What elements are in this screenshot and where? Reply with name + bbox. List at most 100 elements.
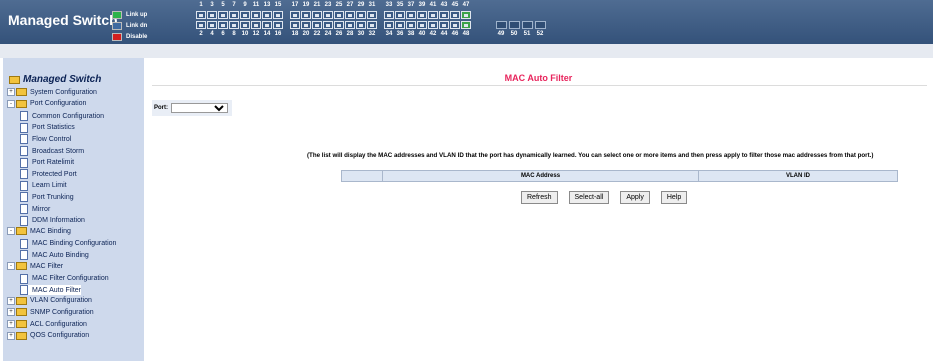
sidebar-item-ddm-information[interactable]: DDM Information — [20, 215, 85, 226]
help-button[interactable]: Help — [660, 191, 688, 204]
sidebar-item-acl-configuration[interactable]: + ACL Configuration — [7, 320, 87, 328]
collapse-icon[interactable]: - — [7, 99, 15, 108]
port-43-icon[interactable] — [439, 11, 449, 19]
page-icon — [20, 215, 28, 226]
sidebar-item-label: DDM Information — [32, 217, 85, 225]
port-10-icon[interactable] — [240, 21, 250, 29]
sidebar-item-mac-auto-binding[interactable]: MAC Auto Binding — [20, 250, 89, 261]
port-number-label: 41 — [429, 2, 437, 8]
port-5-icon[interactable] — [218, 11, 228, 19]
port-select[interactable] — [171, 103, 228, 113]
sidebar-item-port-ratelimit[interactable]: Port Ratelimit — [20, 157, 74, 168]
sidebar-item-label: Port Trunking — [32, 193, 74, 201]
port-17-icon[interactable] — [290, 11, 300, 19]
port-26-icon[interactable] — [334, 21, 344, 29]
port-31-icon[interactable] — [367, 11, 377, 19]
port-37-icon[interactable] — [406, 11, 416, 19]
port-25-icon[interactable] — [334, 11, 344, 19]
port-48-icon[interactable] — [461, 21, 471, 29]
sidebar-item-mac-filter[interactable]: - MAC Filter — [7, 262, 63, 270]
port-7-icon[interactable] — [229, 11, 239, 19]
port-32-icon[interactable] — [367, 21, 377, 29]
sidebar-item-port-configuration[interactable]: - Port Configuration — [7, 99, 86, 108]
sidebar-item-port-statistics[interactable]: Port Statistics — [20, 122, 75, 133]
expand-icon[interactable]: + — [7, 88, 15, 96]
sidebar-item-vlan-configuration[interactable]: + VLAN Configuration — [7, 296, 92, 305]
port-number-label: 40 — [418, 31, 426, 37]
port-12-icon[interactable] — [251, 21, 261, 29]
sidebar-item-common-configuration[interactable]: Common Configuration — [20, 111, 104, 122]
sidebar-item-mac-binding-configuration[interactable]: MAC Binding Configuration — [20, 238, 116, 249]
port-3-icon[interactable] — [207, 11, 217, 19]
port-35-icon[interactable] — [395, 11, 405, 19]
sidebar-item-mac-binding[interactable]: - MAC Binding — [7, 227, 71, 236]
sidebar-item-system-configuration[interactable]: + System Configuration — [7, 88, 97, 96]
sidebar-item-snmp-configuration[interactable]: + SNMP Configuration — [7, 308, 94, 317]
port-42-icon[interactable] — [428, 21, 438, 29]
port-22-icon[interactable] — [312, 21, 322, 29]
port-33-icon[interactable] — [384, 11, 394, 19]
sidebar-item-port-trunking[interactable]: Port Trunking — [20, 192, 74, 203]
sidebar-item-flow-control[interactable]: Flow Control — [20, 134, 72, 145]
sidebar-item-label: Flow Control — [32, 135, 72, 143]
port-14-icon[interactable] — [262, 21, 272, 29]
tree-root[interactable]: Managed Switch — [9, 74, 101, 85]
port-30-icon[interactable] — [356, 21, 366, 29]
port-41-icon[interactable] — [428, 11, 438, 19]
sfp-port-49-icon[interactable] — [496, 21, 507, 29]
port-44-icon[interactable] — [439, 21, 449, 29]
port-21-icon[interactable] — [312, 11, 322, 19]
port-4-icon[interactable] — [207, 21, 217, 29]
folder-icon — [16, 331, 27, 340]
port-number-label: 48 — [462, 31, 470, 37]
sidebar-item-mac-auto-filter[interactable]: MAC Auto Filter — [20, 285, 82, 296]
sidebar-item-learn-limit[interactable]: Learn Limit — [20, 180, 67, 191]
port-46-icon[interactable] — [450, 21, 460, 29]
select-all-button[interactable]: Select-all — [568, 191, 610, 204]
sidebar-item-label: MAC Auto Filter — [32, 286, 82, 294]
port-34-icon[interactable] — [384, 21, 394, 29]
port-29-icon[interactable] — [356, 11, 366, 19]
collapse-icon[interactable]: - — [7, 262, 15, 270]
port-9-icon[interactable] — [240, 11, 250, 19]
refresh-button[interactable]: Refresh — [521, 191, 558, 204]
sidebar-item-label: MAC Binding — [30, 227, 71, 235]
port-18-icon[interactable] — [290, 21, 300, 29]
sidebar-item-broadcast-storm[interactable]: Broadcast Storm — [20, 146, 84, 156]
port-8-icon[interactable] — [229, 21, 239, 29]
expand-icon[interactable]: + — [7, 331, 15, 340]
sidebar-item-qos-configuration[interactable]: + QOS Configuration — [7, 331, 89, 340]
expand-icon[interactable]: + — [7, 320, 15, 328]
port-15-icon[interactable] — [273, 11, 283, 19]
port-38-icon[interactable] — [406, 21, 416, 29]
expand-icon[interactable]: + — [7, 296, 15, 305]
expand-icon[interactable]: + — [7, 308, 15, 317]
sfp-port-50-icon[interactable] — [509, 21, 520, 29]
sidebar-item-label: MAC Filter — [30, 262, 64, 270]
sidebar-item-mirror[interactable]: Mirror — [20, 204, 50, 214]
port-11-icon[interactable] — [251, 11, 261, 19]
port-1-icon[interactable] — [196, 11, 206, 19]
port-47-icon[interactable] — [461, 11, 471, 19]
port-36-icon[interactable] — [395, 21, 405, 29]
port-16-icon[interactable] — [273, 21, 283, 29]
port-27-icon[interactable] — [345, 11, 355, 19]
sidebar-item-mac-filter-configuration[interactable]: MAC Filter Configuration — [20, 273, 109, 284]
port-19-icon[interactable] — [301, 11, 311, 19]
port-2-icon[interactable] — [196, 21, 206, 29]
sfp-port-52-icon[interactable] — [535, 21, 546, 29]
sidebar-item-protected-port[interactable]: Protected Port — [20, 169, 77, 180]
port-40-icon[interactable] — [417, 21, 427, 29]
port-39-icon[interactable] — [417, 11, 427, 19]
port-24-icon[interactable] — [323, 21, 333, 29]
apply-button[interactable]: Apply — [620, 191, 650, 204]
sfp-port-51-icon[interactable] — [522, 21, 533, 29]
collapse-icon[interactable]: - — [7, 227, 15, 236]
port-20-icon[interactable] — [301, 21, 311, 29]
port-28-icon[interactable] — [345, 21, 355, 29]
port-23-icon[interactable] — [323, 11, 333, 19]
port-6-icon[interactable] — [218, 21, 228, 29]
sidebar-item-label: Mirror — [32, 205, 51, 213]
port-13-icon[interactable] — [262, 11, 272, 19]
port-45-icon[interactable] — [450, 11, 460, 19]
